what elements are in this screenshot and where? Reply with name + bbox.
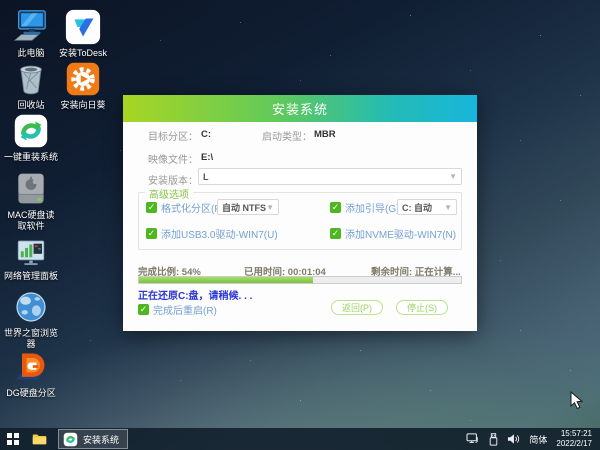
starfield [0, 0, 1, 1]
nvme-driver-option[interactable]: ✓ 添加NVME驱动-WIN7(N) [330, 226, 456, 241]
mouse-cursor [570, 390, 584, 415]
back-button[interactable]: 返回(P) [331, 300, 383, 315]
sunflower-icon [64, 60, 102, 98]
stop-button-label: 停止(S) [407, 303, 437, 313]
install-version-select[interactable]: L ▼ [198, 168, 462, 185]
usb-icon[interactable] [489, 432, 498, 446]
start-button[interactable] [0, 428, 26, 450]
system-tray: 简体 15:57:21 2022/2/17 [466, 429, 600, 449]
install-version-value: L [203, 171, 209, 182]
diskgenius-icon [12, 348, 50, 386]
desktop-icon-network-panel[interactable]: 网络管理面板 [4, 237, 58, 282]
checkbox-checked-icon[interactable]: ✓ [146, 228, 157, 239]
usb3-driver-option[interactable]: ✓ 添加USB3.0驱动-WIN7(U) [146, 226, 278, 241]
add-boot-label: 添加引导(G): [345, 204, 403, 215]
desktop-icon-label: 回收站 [17, 100, 45, 110]
mac-disk-icon [12, 170, 50, 208]
desktop-icon-this-pc[interactable]: 此电脑 [4, 8, 58, 59]
windows-logo-icon [7, 433, 19, 445]
checkbox-checked-icon[interactable]: ✓ [330, 202, 341, 213]
dialog-title: 安装系统 [271, 102, 328, 117]
restore-status-text: 正在还原C:盘，请稍候. . . [138, 291, 253, 302]
reinstall-system-icon [12, 112, 50, 150]
ime-indicator[interactable]: 简体 [529, 433, 547, 446]
format-type-value: 自动 NTFS [222, 202, 266, 213]
desktop-icon-label: MAC硬盘读取软件 [7, 210, 55, 232]
folder-icon [32, 434, 46, 445]
target-partition-label: 目标分区： [148, 132, 198, 143]
desktop-icon-browser[interactable]: 世界之窗浏览器 [4, 288, 58, 351]
dialog-titlebar[interactable]: 安装系统 [123, 95, 477, 122]
usb3-driver-label: 添加USB3.0驱动-WIN7(U) [161, 230, 278, 241]
this-pc-icon [12, 8, 50, 46]
taskbar: 安装系统 简体 15:57:21 2022/2/17 [0, 428, 600, 450]
checkbox-checked-icon[interactable]: ✓ [330, 228, 341, 239]
advanced-options-legend: 高级选项 [145, 186, 193, 201]
desktop-icon-recycle-bin[interactable]: 回收站 [4, 60, 58, 111]
desktop-icon-reinstall[interactable]: 一键重装系统 [4, 112, 58, 163]
desktop: 此电脑 安装ToDesk 回收站 安装向日葵 一键重装系统 MAC硬盘读取软件 … [0, 0, 600, 450]
add-boot-option[interactable]: ✓ 添加引导(G): [330, 200, 402, 215]
stop-button[interactable]: 停止(S) [396, 300, 448, 315]
file-explorer-button[interactable] [26, 428, 52, 450]
nvme-driver-label: 添加NVME驱动-WIN7(N) [345, 230, 457, 241]
install-version-label: 安装版本： [148, 176, 198, 187]
target-partition-value: C: [201, 129, 212, 140]
chevron-down-icon: ▼ [449, 172, 457, 181]
boot-type-label: 启动类型： [262, 132, 312, 143]
desktop-icon-label: 安装向日葵 [60, 100, 106, 110]
desktop-icon-sunflower[interactable]: 安装向日葵 [54, 60, 112, 111]
todesk-icon [64, 8, 102, 46]
recycle-bin-icon [12, 60, 50, 98]
restart-after-label: 完成后重启(R) [153, 306, 217, 317]
restart-after-option[interactable]: ✓ 完成后重启(R) [138, 302, 217, 317]
desktop-icon-label: 此电脑 [17, 48, 45, 58]
desktop-icon-todesk[interactable]: 安装ToDesk [54, 8, 112, 59]
checkbox-checked-icon[interactable]: ✓ [138, 304, 149, 315]
chevron-down-icon: ▼ [266, 202, 274, 212]
taskbar-app-label: 安装系统 [83, 434, 120, 445]
desktop-icon-label: 安装ToDesk [58, 48, 107, 58]
boot-target-select[interactable]: C: 自动 ▼ [397, 199, 457, 215]
desktop-icon-label: DG硬盘分区 [6, 388, 56, 398]
desktop-icon-mac-disk[interactable]: MAC硬盘读取软件 [4, 170, 58, 233]
taskbar-app-install-system[interactable]: 安装系统 [58, 429, 129, 449]
image-file-label: 映像文件： [148, 155, 198, 166]
image-file-value: E:\ [201, 152, 214, 163]
back-button-label: 返回(P) [342, 303, 372, 313]
reinstall-system-icon [63, 432, 78, 446]
format-type-select[interactable]: 自动 NTFS ▼ [217, 199, 279, 215]
browser-globe-icon [12, 288, 50, 326]
clock-time: 15:57:21 [560, 429, 592, 438]
progress-bar [138, 276, 462, 284]
chevron-down-icon: ▼ [444, 202, 452, 212]
progress-fill [139, 277, 313, 283]
network-icon[interactable] [466, 433, 480, 445]
install-system-dialog: 安装系统 目标分区： C: 启动类型： MBR 映像文件： E:\ 安装版本： … [123, 95, 477, 331]
network-panel-icon [12, 237, 50, 269]
clock-date: 2022/2/17 [556, 439, 592, 448]
volume-icon[interactable] [507, 433, 520, 445]
desktop-icon-label: 一键重装系统 [4, 152, 59, 162]
desktop-icon-diskgenius[interactable]: DG硬盘分区 [4, 348, 58, 399]
format-partition-option[interactable]: ✓ 格式化分区(F): [146, 200, 227, 215]
boot-target-value: C: 自动 [402, 202, 432, 213]
boot-type-value: MBR [314, 129, 336, 140]
desktop-icon-label: 网络管理面板 [4, 271, 59, 281]
taskbar-clock[interactable]: 15:57:21 2022/2/17 [556, 429, 592, 449]
checkbox-checked-icon[interactable]: ✓ [146, 202, 157, 213]
